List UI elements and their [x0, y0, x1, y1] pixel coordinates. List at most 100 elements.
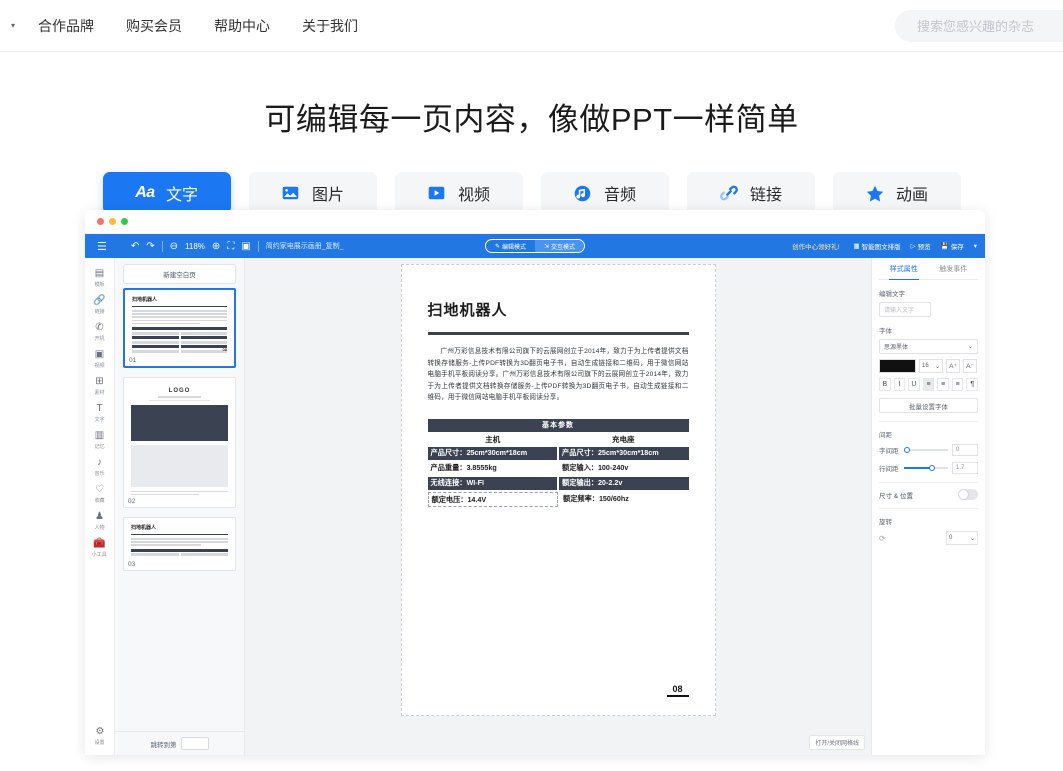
- grid-toggle-badge[interactable]: 打开/关闭网格线: [809, 735, 865, 750]
- panel-tab-events[interactable]: 触发事件: [929, 258, 979, 279]
- search-box[interactable]: [895, 10, 1063, 42]
- line-spacing-label: 行间距: [879, 466, 899, 473]
- text-icon: T: [96, 403, 103, 414]
- rail-item-settings[interactable]: ⚙ 设置: [85, 722, 115, 749]
- tab-animation[interactable]: 动画: [832, 172, 961, 214]
- zoom-out-icon[interactable]: ⊖: [170, 241, 178, 252]
- window-minimize-dot[interactable]: [109, 218, 116, 225]
- spec-cell-input-dock[interactable]: 额定输入：100-240v: [559, 462, 689, 476]
- spec-cell-size-main[interactable]: 产品尺寸：25cm*30cm*18cm: [427, 446, 557, 461]
- document-paragraph[interactable]: 广州万彩信息技术有限公司旗下的云展网创立于2014年，致力于为上传者提供文档转换…: [428, 346, 689, 404]
- tab-link[interactable]: 链接: [686, 172, 815, 214]
- tab-audio[interactable]: 音频: [540, 172, 669, 214]
- letter-spacing-value[interactable]: 0: [952, 444, 978, 456]
- window-close-dot[interactable]: [97, 218, 104, 225]
- rail-item-music[interactable]: ♪ 音乐: [85, 453, 115, 480]
- font-increase-icon[interactable]: A⁺: [946, 359, 960, 373]
- panel-tab-style[interactable]: 样式属性: [879, 258, 929, 280]
- spec-cell-freq-dock[interactable]: 额定频率：150/60hz: [560, 492, 689, 508]
- rail-item-text[interactable]: T 文字: [85, 399, 115, 426]
- mode-edit-button[interactable]: ✎ 编辑模式: [486, 240, 535, 252]
- zoom-in-icon[interactable]: ⊕: [212, 241, 220, 252]
- font-size-select[interactable]: 16 ⌄: [919, 359, 943, 373]
- spec-cell-voltage-main[interactable]: 额定电压：14.4V: [427, 491, 558, 508]
- thumbnail-list[interactable]: 扫地机器人 08 01 LOGO 02 扫地机器人 03: [115, 288, 244, 731]
- new-blank-page-button[interactable]: 新建空白页: [123, 264, 236, 284]
- batch-set-font-button[interactable]: 批量设置字体: [879, 398, 978, 413]
- thumbnail-textline: [132, 313, 227, 315]
- letter-spacing-knob[interactable]: [904, 446, 910, 453]
- rail-item-favorites[interactable]: ♡ 收藏: [85, 480, 115, 507]
- document-heading[interactable]: 扫地机器人: [428, 299, 689, 320]
- thumbnail-item-03[interactable]: 扫地机器人 03: [123, 517, 236, 571]
- page-jump-input[interactable]: [180, 737, 209, 750]
- preview-button[interactable]: ▷ 预览: [911, 241, 931, 251]
- bold-button[interactable]: B: [879, 378, 891, 391]
- redo-icon[interactable]: ↷: [146, 241, 154, 252]
- tab-video[interactable]: 视频: [394, 172, 523, 214]
- tab-image[interactable]: 图片: [248, 172, 377, 214]
- size-position-toggle[interactable]: [958, 489, 978, 500]
- mode-interact-button[interactable]: ⇲ 交互模式: [535, 240, 585, 252]
- spec-cell-size-dock[interactable]: 产品尺寸：25cm*30cm*18cm: [559, 446, 689, 461]
- save-button[interactable]: 💾 保存: [941, 241, 964, 251]
- chevron-down-icon[interactable]: ▾: [974, 242, 977, 250]
- nav-link-buy-membership[interactable]: 购买会员: [126, 16, 182, 36]
- nav-link-about-us[interactable]: 关于我们: [302, 16, 358, 36]
- window-maximize-dot[interactable]: [121, 218, 128, 225]
- toolbar-divider-2: [257, 240, 259, 252]
- link-chain-icon: [719, 183, 739, 203]
- search-input[interactable]: [917, 18, 1063, 34]
- thumbnail-item-01[interactable]: 扫地机器人 08 01: [123, 288, 236, 369]
- spec-cell-output-dock[interactable]: 额定输出：20-2.2v: [559, 476, 689, 491]
- text-color-swatch[interactable]: [879, 359, 916, 373]
- table-row: 无线连接：WI-FI 额定输出：20-2.2v: [427, 476, 689, 491]
- material-icon: ⊞: [95, 376, 104, 387]
- thumbnail-item-02[interactable]: LOGO 02: [123, 377, 236, 509]
- nav-link-help-center[interactable]: 帮助中心: [214, 16, 270, 36]
- toolbar-divider-1: [161, 240, 163, 252]
- phone-icon: ✆: [95, 322, 104, 333]
- spec-cell-weight-main[interactable]: 产品重量：3.8555kg: [428, 462, 558, 476]
- editor-canvas[interactable]: 扫地机器人 广州万彩信息技术有限公司旗下的云展网创立于2014年，致力于为上传者…: [245, 258, 871, 755]
- align-center-button[interactable]: ≡: [937, 378, 949, 391]
- spec-cell-wireless-main[interactable]: 无线连接：WI-FI: [427, 476, 557, 491]
- italic-button[interactable]: I: [893, 378, 906, 391]
- text-direction-button[interactable]: ¶: [966, 378, 979, 391]
- document-page[interactable]: 扫地机器人 广州万彩信息技术有限公司旗下的云展网创立于2014年，致力于为上传者…: [400, 264, 716, 716]
- edit-text-input[interactable]: 请输入文字: [879, 302, 931, 317]
- thumbnail-textline: [131, 544, 201, 546]
- promo-label[interactable]: 创作中心领好礼!: [792, 241, 839, 251]
- letter-spacing-slider[interactable]: [904, 446, 948, 453]
- rail-item-person[interactable]: ♟ 人物: [85, 507, 115, 534]
- rail-item-memory[interactable]: ▥ 记忆: [85, 426, 115, 453]
- rail-item-phone[interactable]: ✆ 开机: [85, 318, 115, 345]
- nav-link-partner-brands[interactable]: 合作品牌: [38, 16, 94, 36]
- align-right-button[interactable]: ≡: [951, 378, 964, 391]
- rotation-input[interactable]: 0 ⌄: [946, 531, 978, 545]
- font-family-select[interactable]: 思源黑体 ⌄: [879, 339, 978, 354]
- align-left-button[interactable]: ≡: [922, 378, 935, 391]
- rail-item-tools[interactable]: 🧰 小工具: [85, 534, 115, 561]
- line-spacing-knob[interactable]: [929, 464, 936, 471]
- line-spacing-slider[interactable]: [904, 464, 948, 471]
- hamburger-icon[interactable]: ☰: [97, 240, 107, 253]
- rail-item-template[interactable]: ▤ 模板: [85, 264, 115, 291]
- font-decrease-icon[interactable]: A⁻: [963, 359, 977, 373]
- rail-item-link[interactable]: 🔗 链接: [85, 291, 115, 318]
- rotate-icon[interactable]: ⟳: [879, 534, 886, 543]
- line-spacing-value[interactable]: 1.7: [952, 462, 978, 474]
- page-number-bar: [666, 694, 689, 697]
- underline-button[interactable]: U: [908, 378, 920, 391]
- fit-screen-icon[interactable]: ⛶: [227, 241, 234, 252]
- fullscreen-icon[interactable]: ▣: [241, 241, 250, 252]
- document-filename[interactable]: 简约家电展示画册_复制_: [266, 241, 344, 251]
- tab-link-label: 链接: [749, 187, 782, 204]
- caret-down-icon[interactable]: ▾: [6, 19, 20, 33]
- tab-text[interactable]: Aa 文字: [102, 172, 231, 217]
- template-icon: ▤: [94, 268, 105, 279]
- smart-layout-button[interactable]: ▦ 智能图文排版: [853, 241, 900, 251]
- rail-item-material[interactable]: ⊞ 素材: [85, 372, 115, 399]
- rail-item-video[interactable]: ▣ 视频: [85, 345, 115, 372]
- undo-icon[interactable]: ↶: [131, 241, 139, 252]
